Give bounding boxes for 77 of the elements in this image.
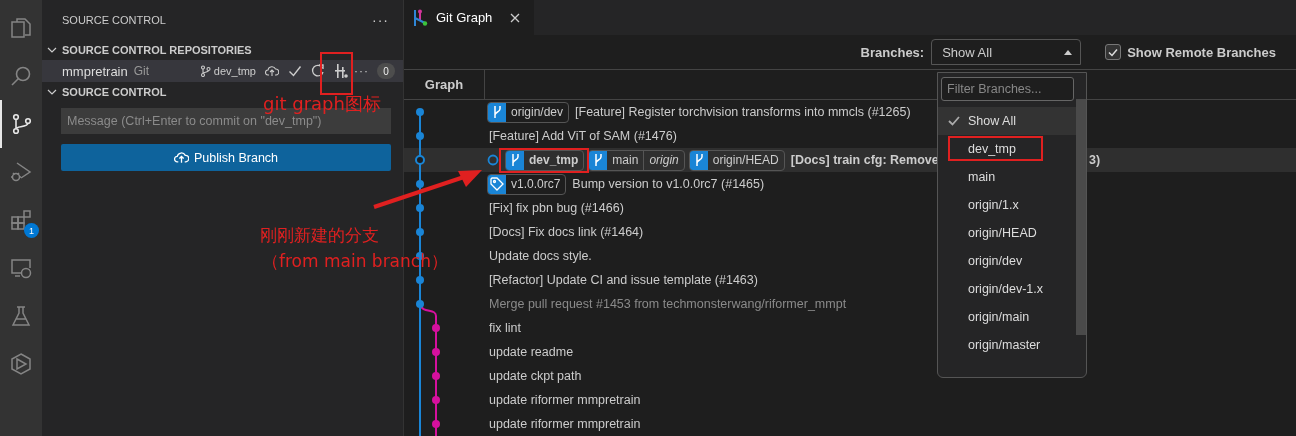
filter-field[interactable]: Filter Branches...: [941, 77, 1074, 101]
notification-badge: 1: [24, 223, 39, 238]
publish-branch-button[interactable]: Publish Branch: [61, 144, 391, 171]
remote-explorer-icon: [9, 256, 33, 280]
dropdown-option[interactable]: origin/HEAD: [968, 226, 1037, 240]
branch-icon: [492, 105, 502, 119]
git-graph-logo-icon: [412, 8, 428, 27]
commit-message: 3): [1089, 153, 1101, 167]
branch-tag[interactable]: origin/HEAD: [688, 149, 785, 171]
column-header[interactable]: Graph: [424, 76, 464, 92]
branch-tag[interactable]: dev_tmp: [505, 149, 585, 171]
chevron-icon[interactable]: [47, 87, 57, 97]
branch-icon: [510, 153, 520, 167]
commit-message: [Docs] Fix docs link (#1464): [489, 225, 644, 239]
dropdown-option[interactable]: origin/dev: [968, 254, 1023, 268]
changes-count-badge: 0: [377, 63, 395, 79]
branch-icon: [693, 153, 704, 167]
chevron-icon[interactable]: [47, 45, 57, 55]
cloud-upload-icon[interactable]: [265, 65, 279, 77]
editor-tab[interactable]: Git Graph: [404, 0, 535, 36]
branches-label: Branches:: [860, 44, 925, 60]
commit-message: update ckpt path: [489, 369, 582, 383]
commit-check-icon[interactable]: [288, 65, 302, 77]
dropdown-option[interactable]: Show All: [968, 114, 1016, 128]
commit-message: update riformer mmpretrain: [489, 417, 641, 431]
check-icon: [1108, 47, 1119, 57]
version-tag[interactable]: v1.0.0rc7: [487, 173, 567, 195]
commit-message: update readme: [489, 345, 574, 359]
caret-icon: [1064, 49, 1073, 55]
branch-tag[interactable]: main origin: [588, 149, 685, 171]
run-debug-icon: [9, 160, 33, 184]
sidebar-title: SOURCE CONTROL: [62, 14, 166, 26]
checkbox-label[interactable]: Show Remote Branches: [1127, 44, 1276, 60]
dropdown-option[interactable]: origin/main: [968, 310, 1030, 324]
dropdown-option[interactable]: main: [968, 170, 996, 184]
commit-message: Bump version to v1.0.0rc7 (#1465): [572, 177, 765, 191]
branch-icon: [593, 153, 604, 167]
repository-type: Git: [133, 64, 150, 78]
annotation-text: 刚刚新建的分支: [260, 224, 379, 247]
source-control-icon: [10, 112, 34, 136]
extensions-icon: [9, 208, 33, 232]
refresh-icon[interactable]: [311, 64, 325, 78]
checkbox[interactable]: [1105, 44, 1122, 61]
git-graph-icon[interactable]: [334, 63, 348, 79]
commit-message: [Docs] train cfg: Remove: [790, 153, 939, 167]
scrollbar[interactable]: [1076, 99, 1086, 335]
repository-name[interactable]: mmpretrain: [62, 63, 128, 79]
files-icon: [9, 16, 33, 40]
dropdown-option[interactable]: dev_tmp: [968, 142, 1016, 156]
commit-message: [Feature] Add ViT of SAM (#1476): [489, 129, 677, 143]
more-actions-button[interactable]: ···: [372, 12, 389, 28]
search-icon: [9, 64, 33, 88]
commit-message: Update docs style.: [489, 249, 592, 263]
commit-message: [Feature] Register torchvision transforms into mmcls (#1265): [575, 105, 911, 119]
section-heading[interactable]: SOURCE CONTROL REPOSITORIES: [62, 44, 252, 56]
branch-button[interactable]: dev_tmp: [199, 65, 256, 77]
highlight-box: [320, 52, 353, 95]
dropdown-option[interactable]: origin/1.x: [968, 198, 1019, 212]
section-heading[interactable]: SOURCE CONTROL: [62, 86, 167, 98]
dropdown-option[interactable]: origin/dev-1.x: [968, 282, 1044, 296]
branches-dropdown[interactable]: Show All: [931, 39, 1082, 66]
activity-item[interactable]: 1: [0, 196, 42, 244]
hexagon-play-icon: [9, 352, 33, 376]
commit-message: update riformer mmpretrain: [489, 393, 641, 407]
dropdown-option[interactable]: origin/master: [968, 338, 1041, 352]
tag-icon: [490, 177, 504, 191]
commit-message: Merge pull request #1453 from techmonsterwang/riformer_mmpt: [489, 297, 847, 311]
close-icon[interactable]: [510, 12, 521, 23]
commit-message: [Fix] fix pbn bug (#1466): [489, 201, 624, 215]
commit-message: fix lint: [489, 321, 521, 335]
branch-icon: [199, 65, 211, 77]
branch-tag[interactable]: origin/dev: [487, 101, 570, 123]
flask-icon: [9, 304, 33, 328]
cloud-upload-icon: [173, 151, 189, 164]
more-actions-button[interactable]: ···: [354, 64, 369, 78]
commit-message: [Refactor] Update CI and issue template (#1463): [489, 273, 758, 287]
check-icon: [948, 116, 960, 126]
